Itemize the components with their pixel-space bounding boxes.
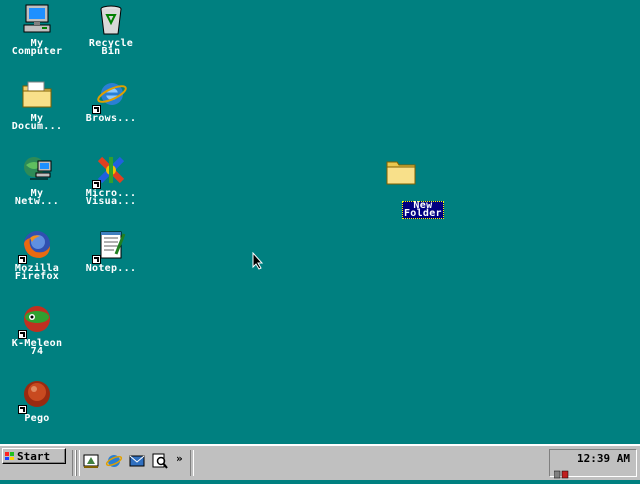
network-icon: [20, 153, 54, 187]
visual-studio-icon: [92, 153, 128, 189]
icon-label: K-Meleon 74: [11, 338, 63, 357]
recycle-bin-icon: [94, 3, 128, 37]
new-folder-label: New Folder: [401, 200, 444, 219]
icon-label: Mozilla Firefox: [14, 263, 60, 282]
quicklaunch-desktop-icon[interactable]: [82, 452, 100, 470]
quicklaunch-search-icon[interactable]: [151, 452, 169, 470]
taskbar-separator: [76, 450, 80, 476]
start-button[interactable]: Start: [2, 448, 66, 464]
recycle-bin-shortcut[interactable]: Recycle Bin: [74, 3, 148, 57]
firefox-shortcut[interactable]: Mozilla Firefox: [0, 228, 74, 282]
icon-label: My Computer: [11, 38, 63, 57]
quicklaunch-outlook-icon[interactable]: [128, 452, 146, 470]
desktop[interactable]: My Computer Recycle Bin My Docum... Brow…: [0, 0, 640, 444]
icon-label: Notep...: [85, 263, 137, 274]
pego-icon: [18, 378, 54, 414]
notepad-icon: [92, 228, 128, 264]
taskbar-separator: [190, 450, 194, 476]
taskbar: Start » 12:39 AM: [0, 444, 640, 480]
icon-label: Micro... Visua...: [85, 188, 137, 207]
icon-label: My Netw...: [14, 188, 60, 207]
mouse-cursor-icon: [252, 251, 264, 274]
shortcut-arrow-icon: [92, 105, 101, 114]
documents-folder-icon: [20, 78, 54, 112]
start-label: Start: [17, 449, 51, 463]
computer-icon: [20, 3, 54, 37]
k-meleon-icon: [18, 303, 54, 339]
tray-network-icon[interactable]: [553, 465, 572, 484]
browser-shortcut[interactable]: Brows...: [74, 78, 148, 124]
shortcut-arrow-icon: [92, 255, 101, 264]
my-network-shortcut[interactable]: My Netw...: [0, 153, 74, 207]
icon-label: Brows...: [85, 113, 137, 124]
icon-label: Pego: [24, 413, 50, 424]
new-folder[interactable]: New Folder: [364, 155, 444, 227]
my-computer-shortcut[interactable]: My Computer: [0, 3, 74, 57]
pego-shortcut[interactable]: Pego: [0, 378, 74, 424]
folder-icon: [384, 155, 418, 189]
clock[interactable]: 12:39 AM: [577, 452, 630, 465]
windows-logo-icon: [5, 452, 14, 460]
icon-label: Recycle Bin: [88, 38, 134, 57]
notepad-shortcut[interactable]: Notep...: [74, 228, 148, 274]
k-meleon-shortcut[interactable]: K-Meleon 74: [0, 303, 74, 357]
icon-label: My Docum...: [11, 113, 63, 132]
shortcut-arrow-icon: [18, 255, 27, 264]
system-tray: 12:39 AM: [549, 449, 637, 479]
my-documents-shortcut[interactable]: My Docum...: [0, 78, 74, 132]
firefox-icon: [18, 228, 54, 264]
shortcut-arrow-icon: [18, 330, 27, 339]
shortcut-arrow-icon: [18, 405, 27, 414]
visual-studio-shortcut[interactable]: Micro... Visua...: [74, 153, 148, 207]
shortcut-arrow-icon: [92, 180, 101, 189]
internet-explorer-icon: [92, 78, 128, 114]
quicklaunch-ie-icon[interactable]: [105, 452, 123, 470]
